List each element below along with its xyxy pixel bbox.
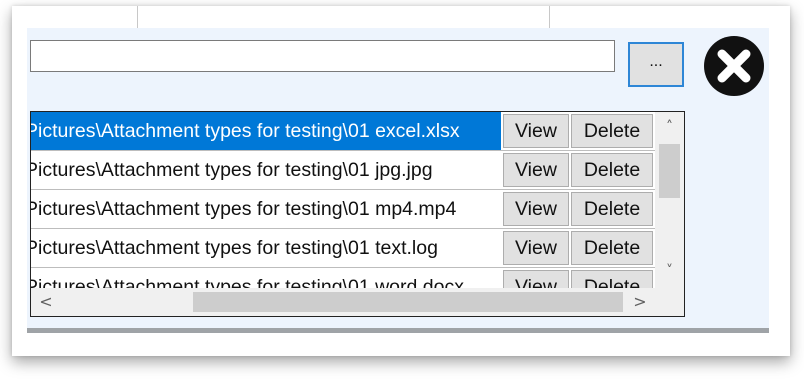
delete-button[interactable]: Delete <box>571 153 653 187</box>
close-button[interactable] <box>704 36 764 96</box>
divider <box>549 6 550 28</box>
vertical-scrollbar[interactable]: ˄ ˅ <box>655 112 684 288</box>
attachment-path[interactable]: Pictures\Attachment types for testing\01… <box>31 268 501 288</box>
close-icon <box>717 49 751 83</box>
table-row[interactable]: Pictures\Attachment types for testing\01… <box>31 112 656 151</box>
delete-button[interactable]: Delete <box>571 231 653 265</box>
attachment-path[interactable]: Pictures\Attachment types for testing\01… <box>31 151 501 189</box>
attachment-path[interactable]: Pictures\Attachment types for testing\01… <box>31 190 501 228</box>
view-button[interactable]: View <box>503 153 569 187</box>
panel-bottom-border <box>27 328 769 333</box>
delete-button[interactable]: Delete <box>571 192 653 226</box>
view-button[interactable]: View <box>503 270 569 288</box>
vertical-scroll-thumb[interactable] <box>659 144 680 198</box>
previous-control-strip <box>27 6 769 28</box>
view-button[interactable]: View <box>503 114 569 148</box>
attachment-path[interactable]: Pictures\Attachment types for testing\01… <box>31 229 501 267</box>
scroll-down-icon[interactable]: ˅ <box>655 260 684 282</box>
table-row[interactable]: Pictures\Attachment types for testing\01… <box>31 151 656 190</box>
horizontal-scroll-thumb[interactable] <box>193 292 623 312</box>
browse-button[interactable]: ... <box>628 42 684 87</box>
scroll-up-icon[interactable]: ˄ <box>655 116 684 138</box>
attachments-grid: Pictures\Attachment types for testing\01… <box>30 111 685 317</box>
table-row[interactable]: Pictures\Attachment types for testing\01… <box>31 190 656 229</box>
delete-button[interactable]: Delete <box>571 270 653 288</box>
grid-rows: Pictures\Attachment types for testing\01… <box>31 112 656 288</box>
scrollbar-corner <box>655 288 684 316</box>
attachment-path-input[interactable] <box>30 40 615 72</box>
divider <box>137 6 138 28</box>
delete-button[interactable]: Delete <box>571 114 653 148</box>
attachment-path[interactable]: Pictures\Attachment types for testing\01… <box>31 112 501 150</box>
table-row[interactable]: Pictures\Attachment types for testing\01… <box>31 229 656 268</box>
table-row[interactable]: Pictures\Attachment types for testing\01… <box>31 268 656 288</box>
scroll-left-icon[interactable]: < <box>33 288 59 316</box>
horizontal-scrollbar[interactable]: < > <box>31 288 656 316</box>
scroll-right-icon[interactable]: > <box>627 288 653 316</box>
view-button[interactable]: View <box>503 192 569 226</box>
view-button[interactable]: View <box>503 231 569 265</box>
